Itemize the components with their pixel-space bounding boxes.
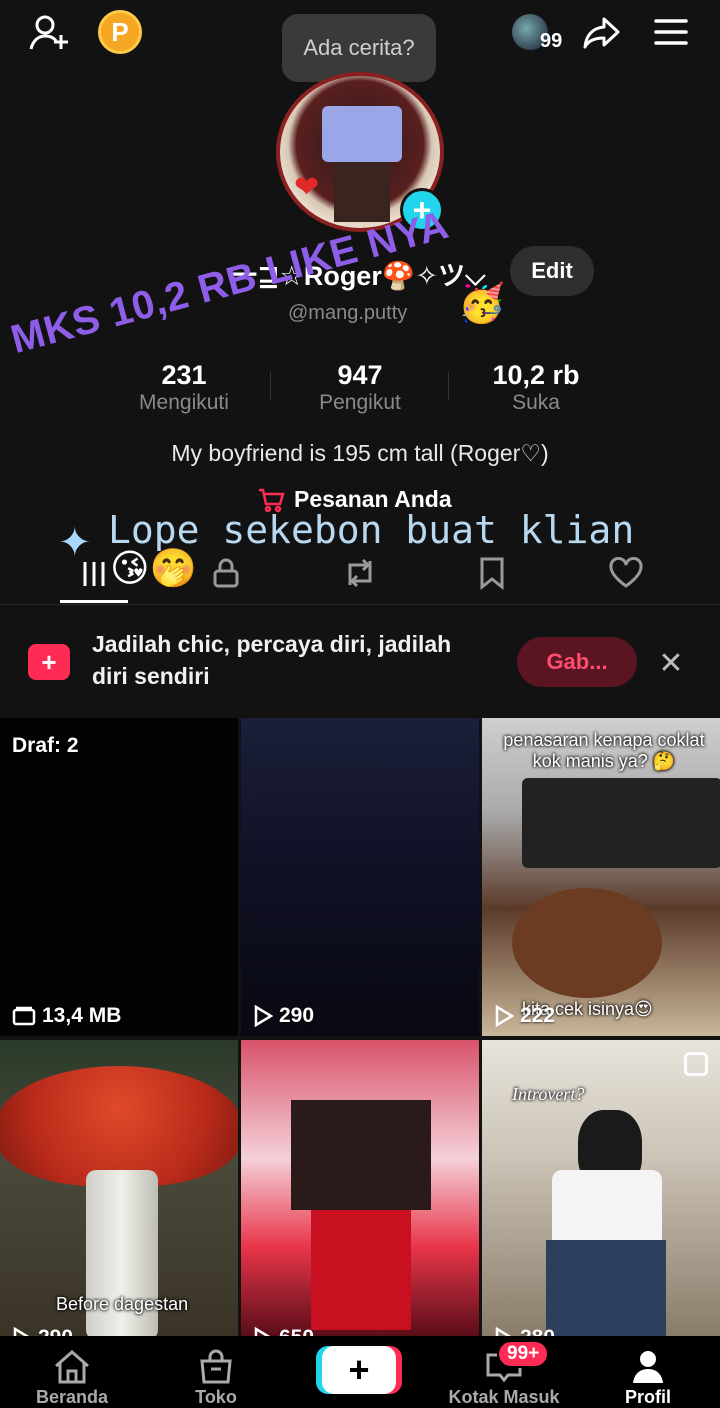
grid-item[interactable]: Introvert? 280 [482,1040,720,1336]
multi-photo-icon [684,1052,708,1076]
grid-item-drafts[interactable]: Draf: 2 13,4 MB [0,718,238,1036]
plus-case-icon: + [28,644,70,680]
view-count: 650 [253,1326,314,1336]
folder-icon [12,1006,36,1026]
create-button[interactable]: + [322,1346,396,1394]
grid-item[interactable]: 290 [241,718,479,1036]
drafts-label: Draf: 2 [12,734,79,757]
nav-shop-label: Toko [195,1387,237,1407]
stat-followers[interactable]: 947 Pengikut [270,360,450,415]
heart-icon: ❤ [294,171,320,204]
sparkle-star-icon: ✦ [58,521,92,565]
chocolate-shape [512,888,662,998]
nav-shop[interactable]: Toko [156,1336,276,1408]
lock-icon [213,558,239,588]
nav-home[interactable]: Beranda [12,1336,132,1408]
add-friend-icon[interactable] [26,12,72,54]
followers-label: Pengikut [319,391,401,414]
likes-label: Suka [512,391,560,414]
followers-count: 947 [337,360,383,390]
username-handle: @mang.putty [288,302,408,324]
grid-item[interactable]: 650 [241,1040,479,1336]
likes-count: 10,2 rb [492,360,580,390]
video-caption: Introvert? [512,1084,585,1104]
view-count-text: 280 [520,1326,555,1336]
tab-saved[interactable] [462,548,522,598]
play-icon [495,1005,514,1027]
plus-icon: + [348,1349,370,1390]
join-button[interactable]: Gab... [517,637,637,687]
view-count-text: 290 [279,1004,315,1027]
emoji-overlay: 😘🤭 [110,548,197,590]
profile-viewers-button[interactable]: 99 [510,12,562,52]
home-icon [55,1350,89,1384]
view-count: 222 [494,1004,555,1028]
grid-item[interactable]: penasaran kenapa coklat kok manis ya? 🤔 … [482,718,720,1036]
view-count: 280 [494,1326,555,1336]
nav-home-label: Beranda [35,1387,109,1407]
microscope-shape [522,778,720,868]
bookmark-icon [480,557,504,590]
viewer-count: 99 [540,30,563,52]
party-emoji: 🥳 [458,283,506,325]
view-count: 290 [12,1326,73,1336]
play-icon [13,1327,30,1336]
coin-button[interactable]: P [98,10,142,54]
person-shirt [552,1170,662,1250]
draft-size-text: 13,4 MB [42,1004,122,1027]
tab-liked[interactable] [596,548,656,598]
draft-size: 13,4 MB [12,1004,121,1028]
shop-icon [200,1349,232,1384]
share-icon[interactable] [580,12,624,54]
avatar-face [322,106,402,162]
following-label: Mengikuti [139,391,229,414]
person-skirt [546,1240,666,1336]
stat-likes[interactable]: 10,2 rb Suka [446,360,626,415]
video-caption: penasaran kenapa coklat kok manis ya? 🤔 [503,730,705,771]
close-icon[interactable]: ✕ [656,647,686,680]
view-count-text: 290 [38,1326,73,1336]
blurred-figure-body [311,1210,411,1330]
menu-icon[interactable] [650,14,692,50]
active-tab-indicator [60,600,128,603]
content-tabs [0,548,720,604]
profile-icon [633,1351,663,1383]
video-caption: Before dagestan [56,1294,189,1314]
play-icon [254,1005,273,1027]
play-icon [495,1327,512,1336]
repost-icon [348,558,372,588]
following-count: 231 [161,360,207,390]
avatar-body [334,162,390,222]
tab-private[interactable] [196,548,256,598]
profile-bio: My boyfriend is 195 cm tall (Roger♡) [171,440,549,466]
view-count-text: 650 [279,1326,314,1336]
tab-reposts[interactable] [330,548,390,598]
heart-outline-icon [609,557,643,588]
inbox-badge: 99+ [497,1340,550,1368]
view-count: 290 [253,1004,314,1028]
nav-profile-label: Profil [624,1387,671,1407]
mushroom-cap [0,1066,238,1186]
stat-following[interactable]: 231 Mengikuti [94,360,274,415]
edit-profile-button[interactable]: Edit [510,246,594,296]
nav-profile[interactable]: Profil [588,1336,708,1408]
nav-inbox-label: Kotak Masuk [448,1387,560,1407]
promo-text: Jadilah chic, percaya diri, jadilah diri… [92,631,452,689]
blurred-figure [291,1100,431,1210]
play-icon [254,1327,271,1336]
view-count-text: 222 [520,1004,556,1027]
grid-item[interactable]: Before dagestan 290 [0,1040,238,1336]
